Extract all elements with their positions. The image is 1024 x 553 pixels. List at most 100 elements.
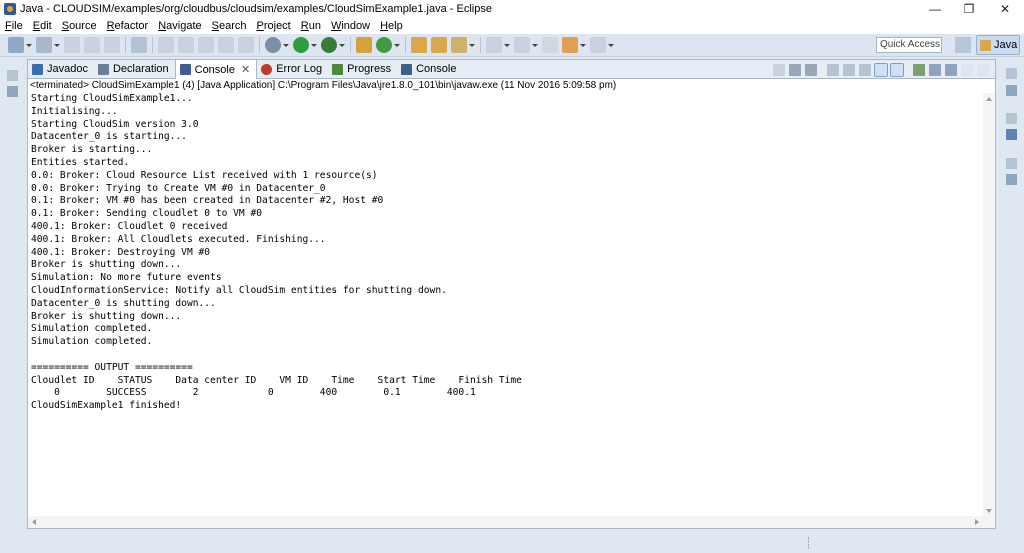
scroll-down-icon[interactable]	[986, 509, 992, 513]
chevron-down-icon[interactable]	[339, 37, 345, 53]
next-annotation-icon[interactable]	[158, 37, 174, 53]
restore-icon[interactable]	[1006, 158, 1017, 169]
back-icon[interactable]	[542, 37, 558, 53]
pin-console-icon[interactable]	[913, 63, 925, 76]
chevron-down-icon[interactable]	[608, 37, 614, 53]
scroll-left-icon[interactable]	[32, 519, 36, 525]
tab-javadoc[interactable]: Javadoc	[28, 60, 94, 78]
chevron-down-icon[interactable]	[54, 37, 60, 53]
terminate-icon[interactable]	[773, 63, 785, 76]
menu-refactor[interactable]: Refactor	[102, 20, 154, 32]
console-text: Starting CloudSimExample1... Initialising…	[28, 93, 983, 413]
console-line: 400.1: Broker: Cloudlet 0 received	[31, 220, 228, 232]
chevron-down-icon[interactable]	[532, 37, 538, 53]
chevron-down-icon[interactable]	[580, 37, 586, 53]
view-tab-bar: Javadoc Declaration Console ✕ Error Log …	[28, 60, 995, 79]
menu-search[interactable]: Search	[207, 20, 252, 32]
debug-icon[interactable]	[265, 37, 281, 53]
show-on-error-icon[interactable]	[890, 62, 904, 77]
horizontal-scrollbar[interactable]	[28, 516, 995, 528]
console-line: CloudSimExample1 finished!	[31, 400, 182, 412]
chevron-down-icon[interactable]	[26, 37, 32, 53]
chevron-down-icon[interactable]	[394, 37, 400, 53]
tab-declaration[interactable]: Declaration	[94, 60, 175, 78]
tab-label: Progress	[347, 63, 392, 75]
word-wrap-icon[interactable]	[859, 63, 871, 76]
tab-console[interactable]: Console	[397, 60, 462, 78]
save-icon[interactable]	[64, 37, 80, 53]
open-console-icon[interactable]	[945, 63, 957, 76]
new-java-project-icon[interactable]	[356, 37, 372, 53]
scroll-lock-icon[interactable]	[843, 63, 855, 76]
menu-source[interactable]: Source	[57, 20, 102, 32]
next-edit-icon[interactable]	[486, 37, 502, 53]
maximize-view-icon[interactable]	[977, 63, 989, 76]
package-explorer-icon[interactable]	[7, 86, 18, 97]
tab-progress[interactable]: Progress	[328, 60, 397, 78]
back-arrow-icon[interactable]	[562, 37, 578, 53]
format-icon[interactable]	[198, 37, 214, 53]
remove-launch-icon[interactable]	[789, 63, 801, 76]
minimize-button[interactable]: —	[918, 0, 952, 17]
open-folder-icon[interactable]	[411, 37, 427, 53]
console-line: 400.1: Broker: Destroying VM #0	[31, 246, 211, 258]
scroll-right-icon[interactable]	[975, 519, 979, 525]
editor-icon[interactable]	[1006, 85, 1017, 96]
menu-project[interactable]: Project	[252, 20, 296, 32]
toggle-mark-icon[interactable]	[131, 37, 147, 53]
tab-error-log[interactable]: Error Log	[257, 60, 328, 78]
open-task-icon[interactable]	[431, 37, 447, 53]
save-all-icon[interactable]	[84, 37, 100, 53]
menu-help[interactable]: Help	[375, 20, 408, 32]
show-on-output-icon[interactable]	[874, 62, 888, 77]
java-perspective-button[interactable]: Java	[976, 35, 1020, 55]
chevron-down-icon[interactable]	[311, 37, 317, 53]
chevron-down-icon[interactable]	[469, 37, 475, 53]
open-type-icon[interactable]	[36, 37, 52, 53]
close-icon[interactable]: ✕	[241, 63, 250, 76]
minimize-view-icon[interactable]	[961, 63, 973, 76]
console-line: Datacenter_0 is starting...	[31, 131, 187, 143]
tab-label: Console	[194, 63, 235, 76]
prev-edit-icon[interactable]	[514, 37, 530, 53]
display-console-icon[interactable]	[929, 63, 941, 76]
print-icon[interactable]	[104, 37, 120, 53]
new-icon[interactable]	[8, 37, 24, 53]
prev-annotation-icon[interactable]	[178, 37, 194, 53]
console-icon	[179, 64, 191, 75]
title-bar: Java - CLOUDSIM/examples/org/cloudbus/cl…	[0, 0, 1024, 17]
vertical-scrollbar[interactable]	[983, 93, 995, 517]
new-class-icon[interactable]	[376, 37, 392, 53]
close-button[interactable]: ✕	[988, 0, 1022, 17]
outline-icon[interactable]	[1006, 129, 1017, 140]
forward-arrow-icon[interactable]	[590, 37, 606, 53]
console-line: Simulation: No more future events	[31, 272, 222, 284]
show-whitespace-icon[interactable]	[238, 37, 254, 53]
clear-console-icon[interactable]	[827, 63, 839, 76]
console-line: 0.1: Broker: VM #0 has been created in D…	[31, 195, 384, 207]
menu-file[interactable]: File	[0, 20, 28, 32]
task-list-icon[interactable]	[1006, 174, 1017, 185]
console-output[interactable]: Starting CloudSimExample1... Initialising…	[28, 93, 983, 517]
search-icon[interactable]	[451, 37, 467, 53]
console-line: 0.0: Broker: Trying to Create VM #0 in D…	[31, 182, 326, 194]
menu-window[interactable]: Window	[326, 20, 375, 32]
menu-navigate[interactable]: Navigate	[153, 20, 206, 32]
run-icon[interactable]	[293, 37, 309, 53]
external-tools-icon[interactable]	[321, 37, 337, 53]
quick-access-field[interactable]: Quick Access	[876, 37, 942, 53]
block-select-icon[interactable]	[218, 37, 234, 53]
chevron-down-icon[interactable]	[504, 37, 510, 53]
restore-icon[interactable]	[1006, 113, 1017, 124]
console-line: 0.0: Broker: Cloud Resource List receive…	[31, 169, 378, 181]
tab-console-active[interactable]: Console ✕	[174, 60, 258, 79]
remove-all-icon[interactable]	[805, 63, 817, 76]
open-perspective-icon[interactable]	[955, 37, 971, 53]
menu-run[interactable]: Run	[296, 20, 326, 32]
restore-icon[interactable]	[7, 70, 18, 81]
menu-edit[interactable]: Edit	[28, 20, 57, 32]
restore-icon[interactable]	[1006, 68, 1017, 79]
chevron-down-icon[interactable]	[283, 37, 289, 53]
scroll-up-icon[interactable]	[986, 97, 992, 101]
maximize-button[interactable]: ❐	[952, 0, 986, 17]
